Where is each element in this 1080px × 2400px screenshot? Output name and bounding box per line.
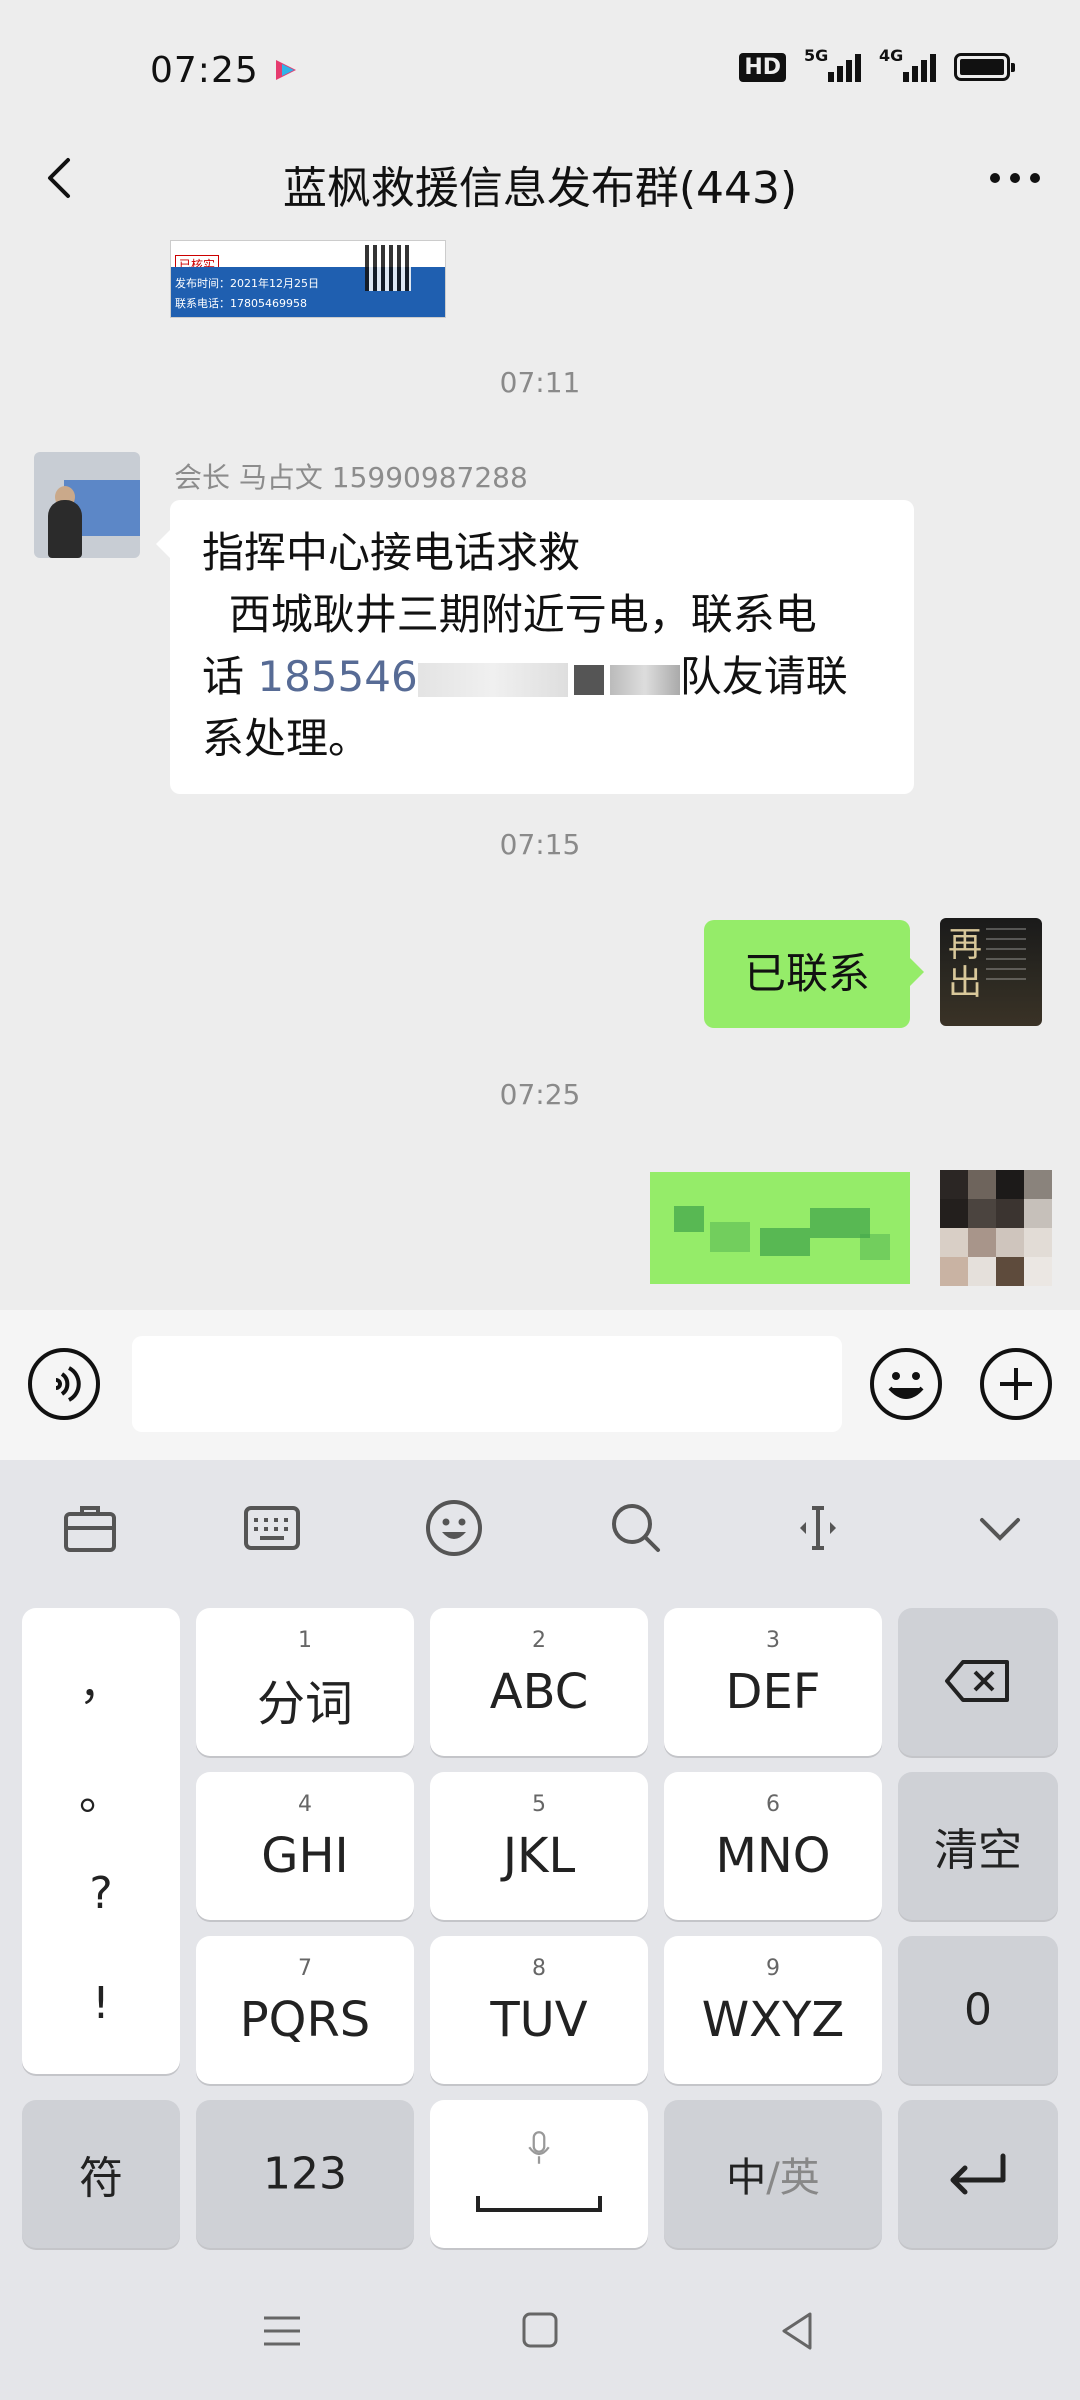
status-indicators: HD 5G 4G [739, 46, 1015, 82]
qr-code-icon [365, 245, 411, 291]
cursor-icon[interactable] [786, 1496, 850, 1560]
backspace-icon [945, 1660, 1009, 1702]
zero-key[interactable]: 0 [898, 1936, 1058, 2084]
image-line-2: 联系电话：17805469958 [175, 297, 307, 310]
redacted-block [573, 664, 604, 695]
status-time: 07:25 [150, 50, 259, 91]
punct-exclaim[interactable]: ! [22, 1978, 180, 2029]
punct-question[interactable]: ? [22, 1868, 180, 1919]
home-icon[interactable] [512, 2306, 568, 2356]
punctuation-column[interactable]: ， 。 ? ! [22, 1608, 180, 2074]
chat-header: 蓝枫救援信息发布群(443) [0, 130, 1080, 230]
message-line: 系处理。 [202, 714, 371, 763]
clear-key[interactable]: 清空 [898, 1772, 1058, 1920]
key-2-abc[interactable]: 2 ABC [430, 1608, 648, 1756]
plus-icon[interactable] [978, 1346, 1054, 1422]
numbers-key[interactable]: 123 [196, 2100, 414, 2248]
status-bar: 07:25 HD 5G 4G [0, 0, 1080, 130]
voice-icon[interactable] [26, 1346, 102, 1422]
pixelated-avatar[interactable] [940, 1170, 1052, 1286]
sender-name: 会长 马占文 15990987288 [174, 461, 528, 494]
enter-key[interactable] [898, 2100, 1058, 2248]
punct-period[interactable]: 。 [22, 1758, 180, 1822]
timestamp: 07:11 [499, 366, 581, 399]
image-line-1: 发布时间：2021年12月25日 [175, 277, 319, 290]
message-line: 西城耿井三期附近亏电，联系电 [202, 590, 817, 639]
space-bar-icon [476, 2196, 602, 2212]
signal-5g-icon: 5G [804, 46, 861, 82]
search-icon[interactable] [604, 1496, 668, 1560]
key-9-wxyz[interactable]: 9 WXYZ [664, 1936, 882, 2084]
message-line: 指挥中心接电话求救 [202, 528, 581, 577]
space-key[interactable] [430, 2100, 648, 2248]
avatar[interactable] [34, 452, 140, 558]
redacted-block [417, 662, 568, 697]
battery-icon [954, 53, 1015, 81]
hd-badge: HD [739, 52, 786, 82]
punct-comma[interactable]: ， [22, 1648, 180, 1712]
key-8-tuv[interactable]: 8 TUV [430, 1936, 648, 2084]
system-navigation-bar [0, 2260, 1080, 2400]
mic-icon [528, 2131, 550, 2164]
avatar-glyph-art: 再出 [948, 925, 982, 1003]
chat-messages[interactable]: 已核实 发布时间：2021年12月25日 联系电话：17805469958 07… [0, 230, 1080, 1310]
phone-link[interactable]: 185546 [257, 652, 417, 701]
message-input[interactable] [132, 1336, 842, 1432]
enter-icon [950, 2153, 1006, 2195]
incoming-message-bubble[interactable]: 指挥中心接电话求救 西城耿井三期附近亏电，联系电 话 185546 队友请联 系处… [156, 500, 914, 794]
emoji-icon[interactable] [868, 1346, 944, 1422]
language-toggle-key[interactable]: 中/英 [664, 2100, 882, 2248]
briefcase-icon[interactable] [58, 1496, 122, 1560]
image-message[interactable]: 已核实 发布时间：2021年12月25日 联系电话：17805469958 [170, 240, 446, 318]
timestamp: 07:15 [499, 828, 581, 861]
message-line: 话 185546 队友请联 [202, 652, 848, 701]
keyboard-toolbar [0, 1460, 1080, 1590]
keyboard: ， 。 ? ! 1 分词 2 ABC 3 DEF 4 GHI 5 JKL 6 MNO 清空 … [0, 1460, 1080, 2260]
redacted-block [609, 664, 680, 695]
backspace-key[interactable] [898, 1608, 1058, 1756]
key-7-pqrs[interactable]: 7 PQRS [196, 1936, 414, 2084]
symbol-key[interactable]: 符 [22, 2100, 180, 2248]
app-notification-icon [276, 60, 296, 80]
keyboard-icon[interactable] [240, 1496, 304, 1560]
collapse-icon[interactable] [968, 1496, 1032, 1560]
key-6-mno[interactable]: 6 MNO [664, 1772, 882, 1920]
key-1-fenci[interactable]: 1 分词 [196, 1608, 414, 1756]
back-triangle-icon[interactable] [770, 2306, 826, 2356]
key-5-jkl[interactable]: 5 JKL [430, 1772, 648, 1920]
smiley-icon[interactable] [422, 1496, 486, 1560]
menu-icon[interactable] [254, 2306, 310, 2356]
my-avatar[interactable]: 再出 [940, 918, 1042, 1026]
input-bar [0, 1310, 1080, 1460]
signal-4g-icon: 4G [879, 46, 936, 82]
chat-title: 蓝枫救援信息发布群(443) [282, 163, 798, 214]
pixelated-message-bubble[interactable] [650, 1172, 910, 1284]
key-3-def[interactable]: 3 DEF [664, 1608, 882, 1756]
outgoing-message-bubble[interactable]: 已联系 [703, 920, 925, 1028]
more-icon[interactable] [980, 148, 1050, 208]
timestamp: 07:25 [499, 1078, 581, 1111]
key-4-ghi[interactable]: 4 GHI [196, 1772, 414, 1920]
